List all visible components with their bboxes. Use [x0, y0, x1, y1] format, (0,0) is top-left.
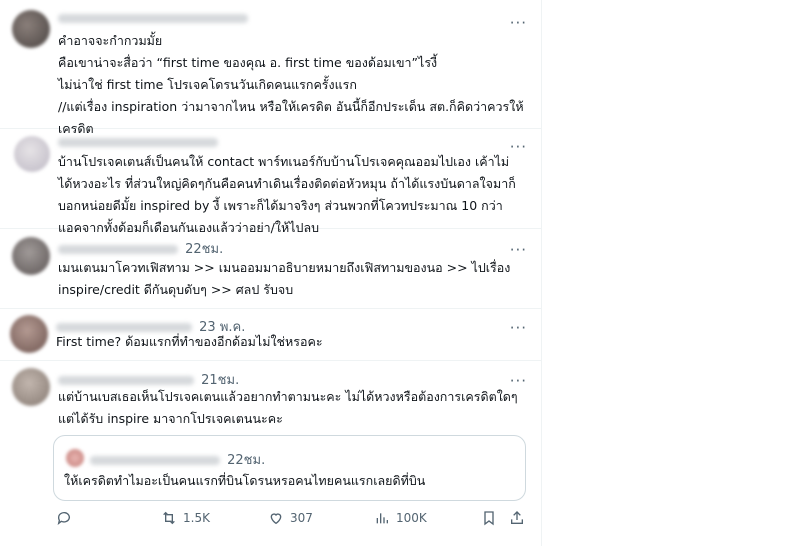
post-text: เมนเตนมาโควทเฟิสทาม >> เมนออมมาอธิบายหมา…	[58, 260, 511, 297]
views-icon	[376, 513, 388, 524]
repost-button[interactable]: 1.5K	[161, 510, 210, 526]
quoted-post[interactable]: 22ชม. ให้เครดิตทําไมอะเป็นคนแรกที่บินโดร…	[53, 435, 526, 501]
action-bar: 1.5K 307 100K	[0, 510, 541, 534]
more-options-icon[interactable]: ···	[510, 321, 527, 336]
quoted-author-meta: 22ชม.	[90, 449, 265, 470]
views-button[interactable]: 100K	[374, 510, 427, 526]
reply-post[interactable]: 22ชม. ··· เมนเตนมาโควทเฟิสทาม >> เมนออมม…	[0, 228, 541, 309]
like-count: 307	[290, 511, 313, 525]
avatar[interactable]	[12, 10, 50, 48]
reply-button[interactable]	[56, 510, 78, 526]
post-time[interactable]: 22ชม.	[185, 242, 223, 257]
reply-post[interactable]: 23 พ.ค. ··· First time? ด้อมแรกที่ทําของ…	[0, 308, 541, 361]
post-text: แต่บ้านเบสเธอเห็นโปรเจคเตนแล้วอยากทําตาม…	[58, 389, 518, 426]
more-options-icon[interactable]: ···	[510, 374, 527, 389]
like-button[interactable]: 307	[268, 510, 313, 526]
quoted-post-time: 22ชม.	[227, 453, 266, 468]
reply-icon	[57, 512, 70, 525]
avatar[interactable]	[10, 315, 48, 353]
reply-post[interactable]: ··· บ้านโปรเจคเตนส์เป็นคนให้ contact พาร…	[0, 128, 541, 235]
author-name[interactable]	[58, 11, 251, 26]
author-name[interactable]	[58, 135, 221, 150]
quoted-avatar	[66, 449, 84, 467]
more-options-icon[interactable]: ···	[510, 243, 527, 258]
bookmark-icon	[484, 511, 494, 526]
reply-post[interactable]: ··· คําอาจจะกํากวมมั้ย คือเขาน่าจะสื่อว่…	[0, 0, 541, 136]
post-text: บ้านโปรเจคเตนส์เป็นคนให้ contact พาร์ทเน…	[58, 154, 516, 235]
more-options-icon[interactable]: ···	[510, 16, 527, 31]
reply-feed: ··· คําอาจจะกํากวมมั้ย คือเขาน่าจะสื่อว่…	[0, 0, 542, 546]
heart-icon	[270, 513, 282, 525]
avatar[interactable]	[14, 136, 50, 172]
avatar[interactable]	[12, 237, 50, 275]
bookmark-button[interactable]	[481, 510, 497, 526]
repost-icon	[163, 511, 175, 525]
avatar[interactable]	[12, 368, 50, 406]
share-icon	[511, 511, 523, 524]
post-text: คําอาจจะกํากวมมั้ย คือเขาน่าจะสื่อว่า “f…	[58, 33, 524, 136]
share-button[interactable]	[509, 510, 525, 526]
repost-count: 1.5K	[183, 511, 210, 525]
views-count: 100K	[396, 511, 427, 525]
quoted-post-text: ให้เครดิตทําไมอะเป็นคนแรกที่บินโดรนหรอคน…	[64, 473, 426, 488]
post-text: First time? ด้อมแรกที่ทําของอีกด้อมไม่ใช…	[56, 334, 323, 349]
author-meta[interactable]: 22ชม.	[58, 238, 223, 259]
